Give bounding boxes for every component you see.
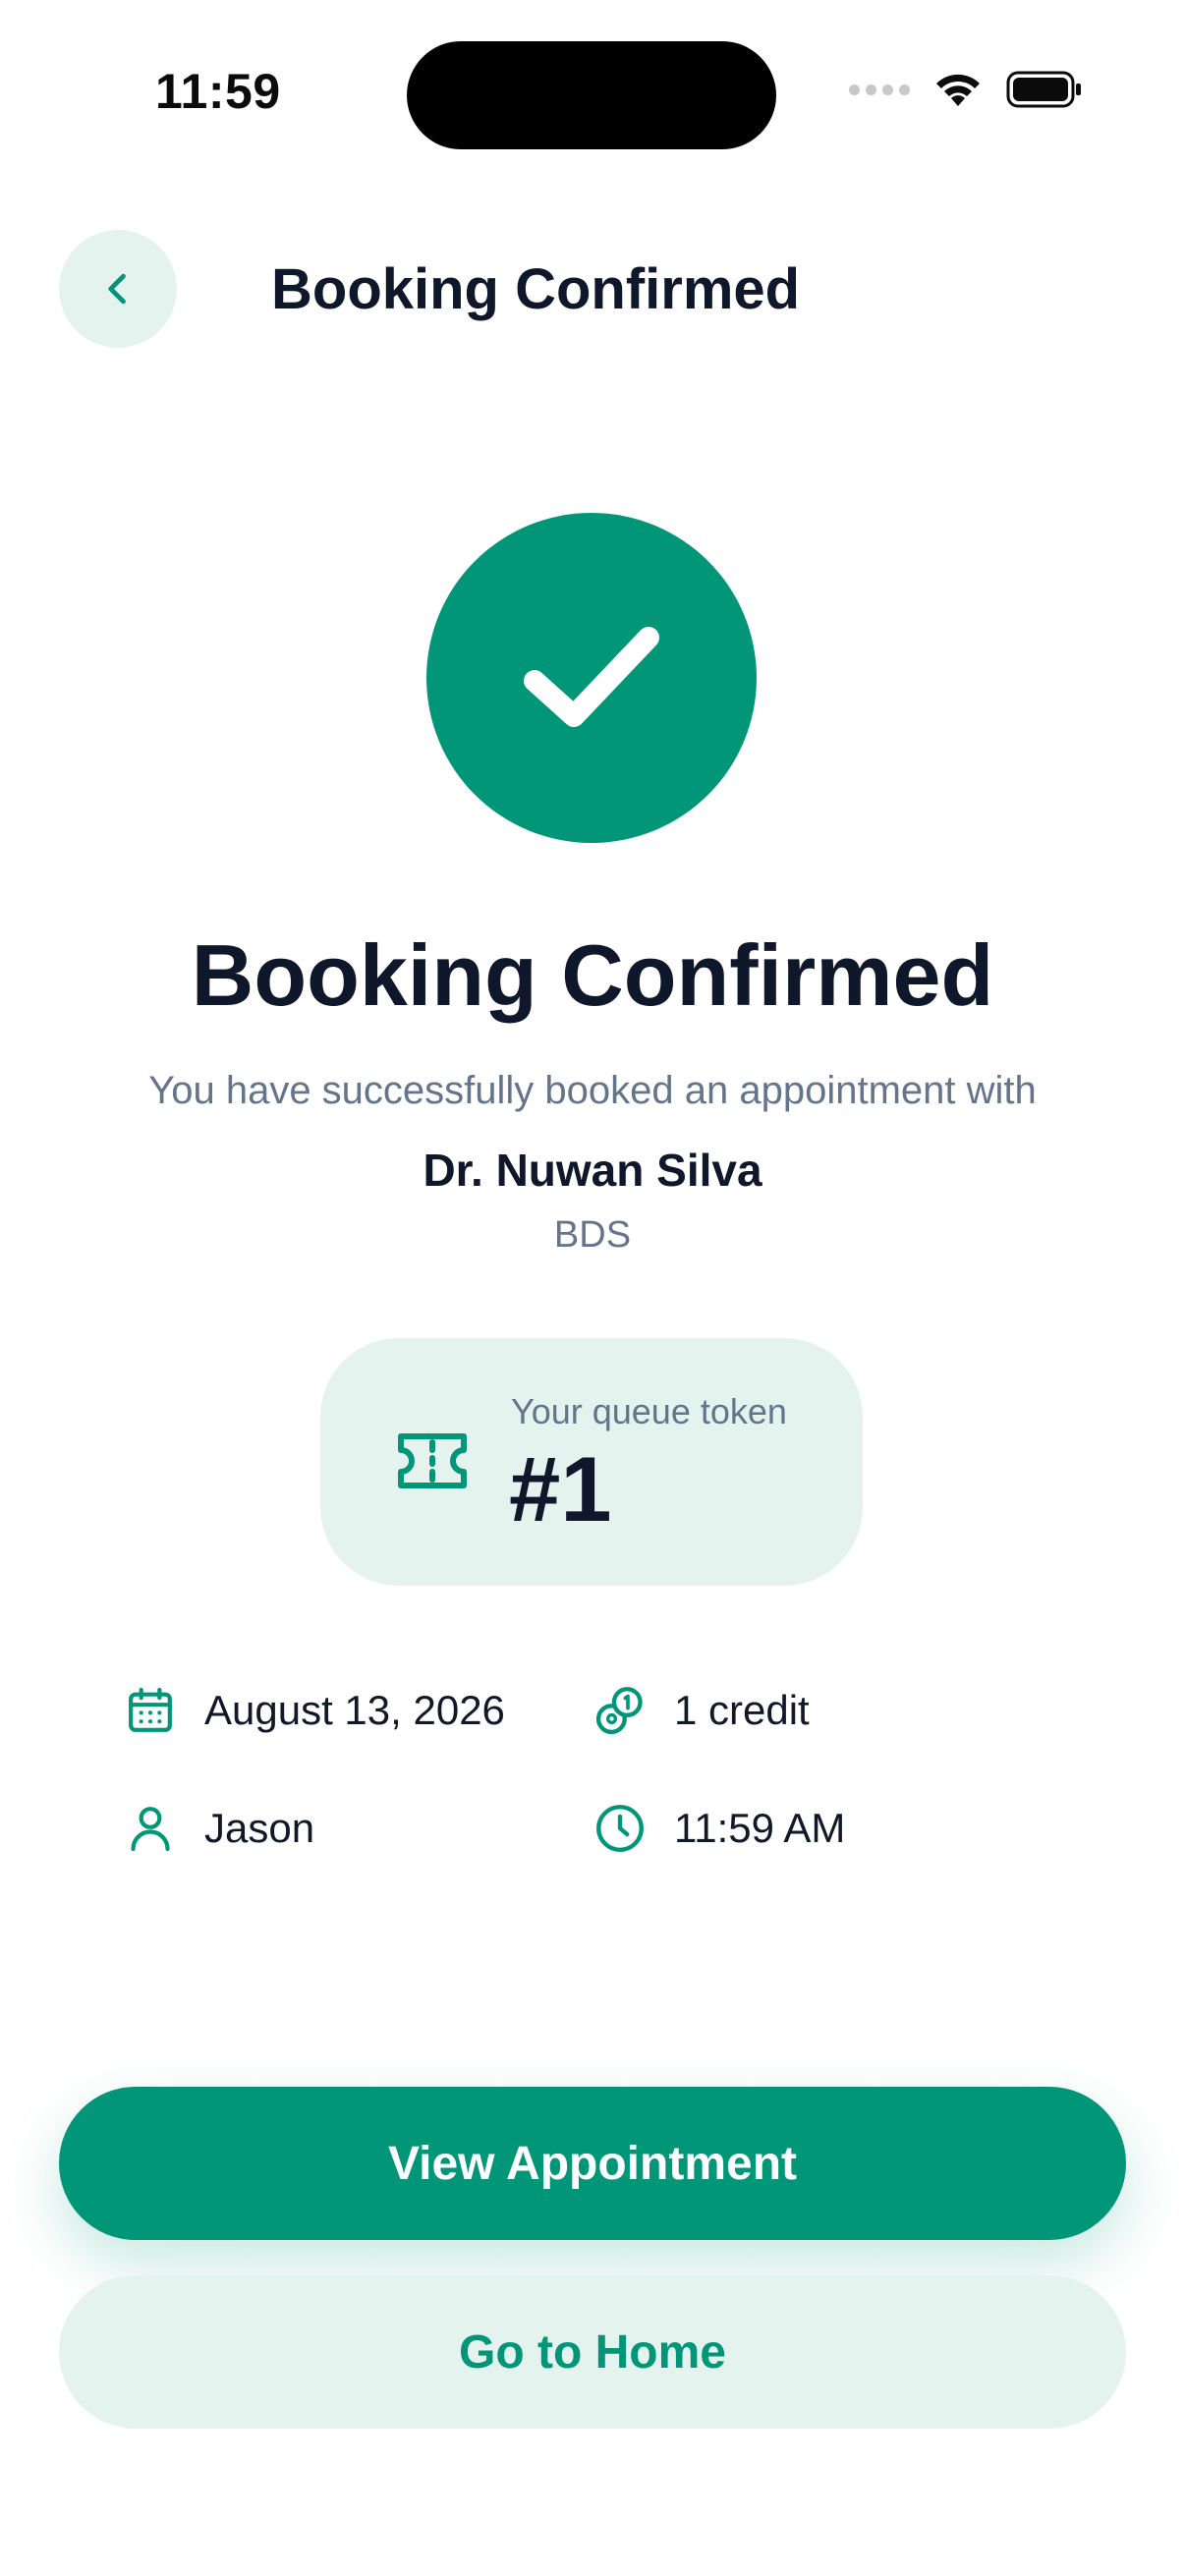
success-badge <box>426 513 757 843</box>
coins-icon <box>586 1676 654 1745</box>
patient-name-text: Jason <box>204 1805 315 1851</box>
user-icon <box>116 1794 185 1863</box>
cellular-signal-icon <box>849 84 910 95</box>
clock-icon <box>586 1794 654 1863</box>
chevron-left-icon <box>108 273 126 305</box>
status-time: 11:59 <box>155 64 281 119</box>
wifi-icon <box>936 74 980 106</box>
status-icons <box>849 71 1083 108</box>
doctor-name: Dr. Nuwan Silva <box>423 1145 762 1196</box>
doctor-degree: BDS <box>553 1214 632 1256</box>
page-title: Booking Confirmed <box>271 256 801 321</box>
token-label: Your queue token <box>511 1391 787 1431</box>
view-appointment-button[interactable]: View Appointment <box>59 2087 1126 2240</box>
checkmark-icon <box>524 627 659 727</box>
battery-icon <box>1006 71 1081 108</box>
confirmation-subtitle: You have successfully booked an appointm… <box>148 1069 1037 1112</box>
queue-token-card: Your queue token #1 <box>320 1338 863 1586</box>
appointment-date-text: August 13, 2026 <box>204 1687 505 1733</box>
go-to-home-button[interactable]: Go to Home <box>59 2275 1126 2429</box>
ticket-icon <box>398 1433 467 1488</box>
status-bar: 11:59 <box>0 0 1185 187</box>
dynamic-island <box>407 41 776 149</box>
appointment-time: 11:59 AM <box>586 1794 845 1863</box>
back-button[interactable] <box>59 230 177 348</box>
calendar-icon <box>116 1676 185 1745</box>
appointment-time-text: 11:59 AM <box>674 1805 846 1851</box>
patient-name: Jason <box>116 1794 314 1863</box>
appointment-credit-text: 1 credit <box>674 1687 810 1733</box>
confirmation-title: Booking Confirmed <box>191 926 994 1024</box>
header: Booking Confirmed <box>59 230 1126 348</box>
appointment-credit: 1 credit <box>586 1676 810 1745</box>
token-value: #1 <box>509 1437 612 1540</box>
appointment-date: August 13, 2026 <box>116 1676 505 1745</box>
